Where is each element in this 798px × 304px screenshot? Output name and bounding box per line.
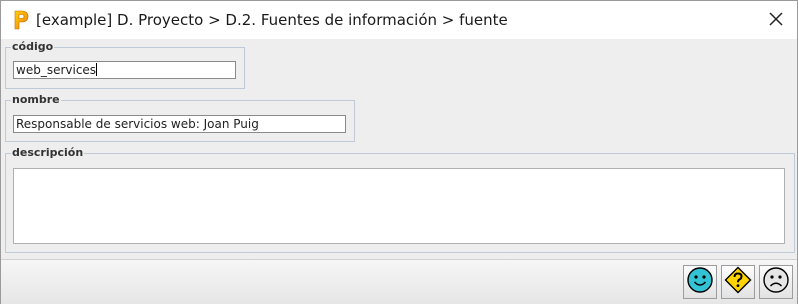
question-diamond-icon bbox=[724, 266, 752, 298]
close-icon bbox=[769, 11, 783, 30]
title-bar[interactable]: [example] D. Proyecto > D.2. Fuentes de … bbox=[1, 1, 797, 39]
window-title: [example] D. Proyecto > D.2. Fuentes de … bbox=[36, 11, 508, 29]
dialog-window: [example] D. Proyecto > D.2. Fuentes de … bbox=[0, 0, 798, 304]
codigo-label: código bbox=[12, 40, 54, 53]
action-bar bbox=[1, 259, 797, 304]
help-button[interactable] bbox=[721, 265, 755, 299]
ok-button[interactable] bbox=[683, 265, 717, 299]
descripcion-textarea[interactable] bbox=[13, 168, 785, 244]
p-logo-icon bbox=[13, 9, 29, 31]
close-button[interactable] bbox=[763, 8, 789, 32]
codigo-value: web_services bbox=[16, 63, 97, 77]
descripcion-label: descripción bbox=[12, 146, 84, 159]
codigo-input[interactable]: web_services bbox=[13, 61, 236, 79]
form-panel: código web_services nombre Responsable d… bbox=[3, 39, 797, 259]
nombre-value: Responsable de servicios web: Joan Puig bbox=[16, 117, 259, 131]
cancel-button[interactable] bbox=[759, 265, 793, 299]
smiley-happy-icon bbox=[686, 266, 714, 298]
text-caret bbox=[96, 63, 98, 76]
smiley-sad-icon bbox=[762, 266, 790, 298]
nombre-input[interactable]: Responsable de servicios web: Joan Puig bbox=[13, 115, 346, 133]
nombre-label: nombre bbox=[12, 93, 60, 106]
